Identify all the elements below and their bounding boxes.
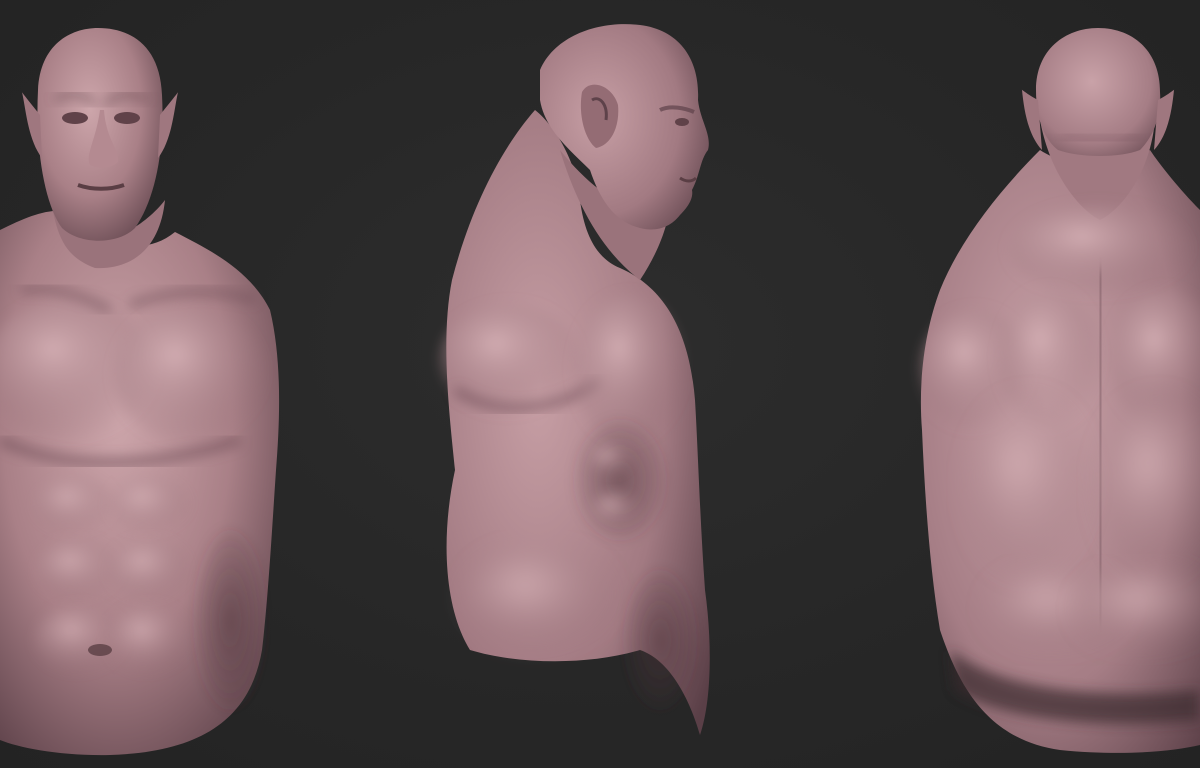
side-eye [675, 118, 689, 126]
back-view-bust [920, 28, 1200, 753]
front-navel [88, 644, 112, 656]
front-eye-left [62, 112, 88, 124]
back-head [1036, 28, 1161, 156]
render-viewport [0, 0, 1200, 768]
front-abs [35, 470, 192, 690]
sculpt-render [0, 24, 1200, 756]
front-pec-right [115, 307, 265, 443]
side-view-bust [440, 24, 710, 735]
back-spine [1094, 269, 1107, 621]
front-view-bust [0, 28, 280, 756]
front-eye-right [114, 112, 140, 124]
